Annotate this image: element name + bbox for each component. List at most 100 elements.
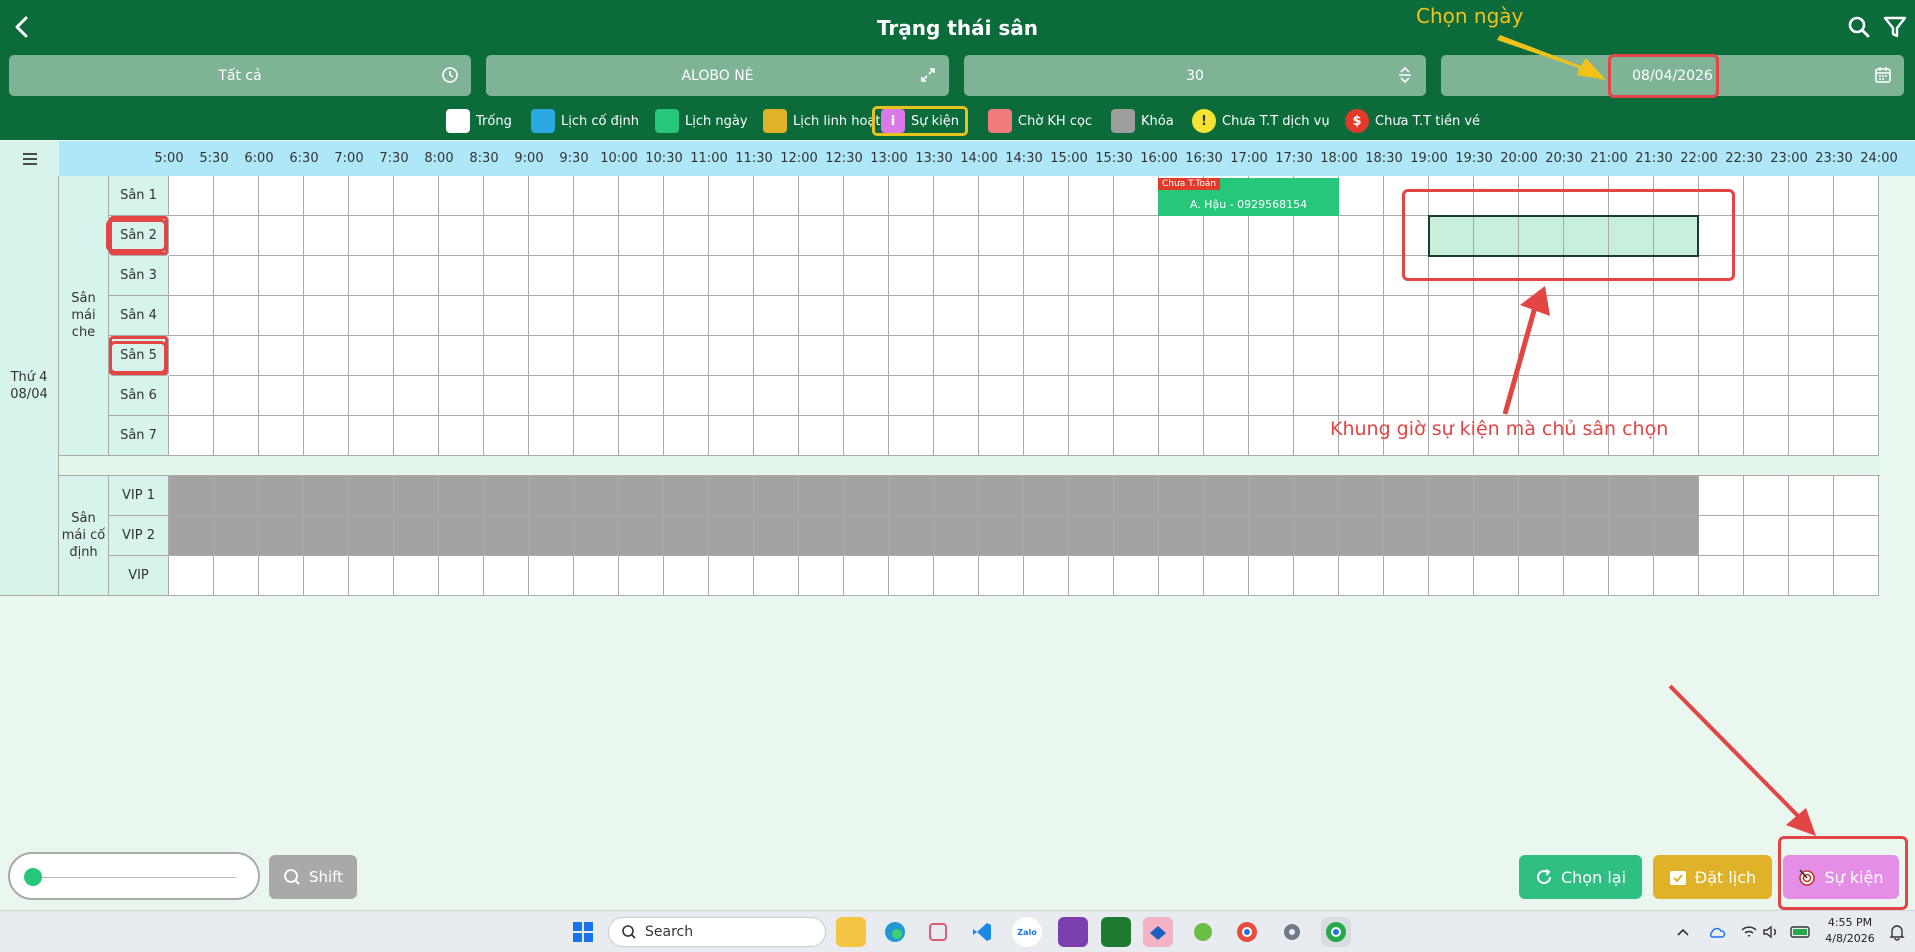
time-slot[interactable] [349, 176, 394, 216]
time-slot[interactable] [934, 376, 979, 416]
xbox-icon[interactable] [1101, 917, 1131, 947]
time-slot[interactable] [934, 336, 979, 376]
time-slot[interactable] [1519, 516, 1564, 556]
time-slot[interactable] [394, 476, 439, 516]
time-slot[interactable] [1519, 476, 1564, 516]
time-slot[interactable] [889, 296, 934, 336]
time-slot[interactable] [1564, 336, 1609, 376]
court-label[interactable]: Sân 6 [109, 376, 169, 416]
time-slot[interactable] [754, 176, 799, 216]
time-slot[interactable] [1204, 256, 1249, 296]
time-slot[interactable] [1429, 176, 1474, 216]
time-slot[interactable] [1654, 336, 1699, 376]
time-slot[interactable] [1204, 416, 1249, 456]
time-slot[interactable] [889, 516, 934, 556]
time-slot[interactable] [844, 176, 889, 216]
legend-item[interactable]: Lịch ngày [655, 106, 748, 136]
time-slot[interactable] [484, 476, 529, 516]
filter-icon[interactable] [1882, 14, 1908, 40]
time-slot[interactable] [619, 476, 664, 516]
time-slot[interactable] [1024, 336, 1069, 376]
file-explorer-icon[interactable] [836, 917, 866, 947]
time-slot[interactable] [1204, 556, 1249, 596]
time-slot[interactable] [259, 516, 304, 556]
time-slot[interactable] [169, 476, 214, 516]
time-slot[interactable] [1519, 256, 1564, 296]
time-slot[interactable] [1294, 296, 1339, 336]
time-slot[interactable] [1699, 216, 1744, 256]
time-slot[interactable] [1159, 516, 1204, 556]
time-slot[interactable] [214, 176, 259, 216]
zalo-icon[interactable]: Zalo [1012, 917, 1042, 947]
time-slot[interactable] [439, 376, 484, 416]
time-slot[interactable] [349, 556, 394, 596]
time-slot[interactable] [1204, 376, 1249, 416]
time-slot[interactable] [169, 256, 214, 296]
time-slot[interactable] [1159, 476, 1204, 516]
time-slot[interactable] [1114, 416, 1159, 456]
legend-item[interactable]: Trống [446, 106, 512, 136]
time-slot[interactable] [664, 296, 709, 336]
time-slot[interactable] [1159, 556, 1204, 596]
time-slot[interactable] [1024, 296, 1069, 336]
time-slot[interactable] [1069, 256, 1114, 296]
time-slot[interactable] [484, 416, 529, 456]
time-slot[interactable] [934, 416, 979, 456]
time-slot[interactable] [979, 216, 1024, 256]
time-slot[interactable] [1834, 416, 1879, 456]
time-slot[interactable] [1789, 376, 1834, 416]
time-slot[interactable] [304, 476, 349, 516]
event-button[interactable]: Sự kiện [1783, 855, 1899, 899]
time-slot[interactable] [1744, 476, 1789, 516]
time-slot[interactable] [934, 476, 979, 516]
time-slot[interactable] [664, 256, 709, 296]
time-slot[interactable] [1564, 376, 1609, 416]
time-slot[interactable] [664, 216, 709, 256]
time-slot[interactable] [349, 216, 394, 256]
time-slot[interactable] [394, 176, 439, 216]
time-slot[interactable] [1249, 256, 1294, 296]
time-slot[interactable] [1384, 216, 1429, 256]
time-slot[interactable] [349, 416, 394, 456]
time-slot[interactable] [529, 416, 574, 456]
time-slot[interactable] [304, 296, 349, 336]
time-slot[interactable] [709, 336, 754, 376]
time-slot[interactable] [619, 416, 664, 456]
time-slot[interactable] [934, 516, 979, 556]
time-slot[interactable] [214, 296, 259, 336]
time-slot[interactable] [799, 336, 844, 376]
time-slot[interactable] [1204, 516, 1249, 556]
time-slot[interactable] [1384, 516, 1429, 556]
time-slot[interactable] [1834, 476, 1879, 516]
edge-icon[interactable] [880, 917, 910, 947]
time-slot[interactable] [349, 516, 394, 556]
cloud-icon[interactable] [1706, 917, 1728, 947]
time-slot[interactable] [1249, 516, 1294, 556]
time-slot[interactable] [304, 556, 349, 596]
time-slot[interactable] [304, 176, 349, 216]
filter-date-select[interactable]: 08/04/2026 [1441, 55, 1904, 96]
time-slot[interactable] [1699, 516, 1744, 556]
time-slot[interactable] [439, 516, 484, 556]
time-slot[interactable] [1609, 556, 1654, 596]
time-slot[interactable] [169, 516, 214, 556]
time-slot[interactable] [1339, 476, 1384, 516]
time-slot[interactable] [1654, 516, 1699, 556]
time-slot[interactable] [1024, 416, 1069, 456]
time-slot[interactable] [1474, 476, 1519, 516]
time-slot[interactable] [1069, 336, 1114, 376]
reset-button[interactable]: Chọn lại [1519, 855, 1642, 899]
time-slot[interactable] [1429, 256, 1474, 296]
time-slot[interactable] [1564, 556, 1609, 596]
time-slot[interactable] [439, 556, 484, 596]
time-slot[interactable] [979, 476, 1024, 516]
court-label[interactable]: VIP [109, 556, 169, 596]
time-slot[interactable] [1159, 296, 1204, 336]
time-slot[interactable] [1384, 256, 1429, 296]
time-slot[interactable] [259, 336, 304, 376]
time-slot[interactable] [979, 336, 1024, 376]
time-slot[interactable] [664, 556, 709, 596]
app-icon-2[interactable] [1058, 917, 1088, 947]
time-slot[interactable] [349, 376, 394, 416]
time-slot[interactable] [1744, 176, 1789, 216]
